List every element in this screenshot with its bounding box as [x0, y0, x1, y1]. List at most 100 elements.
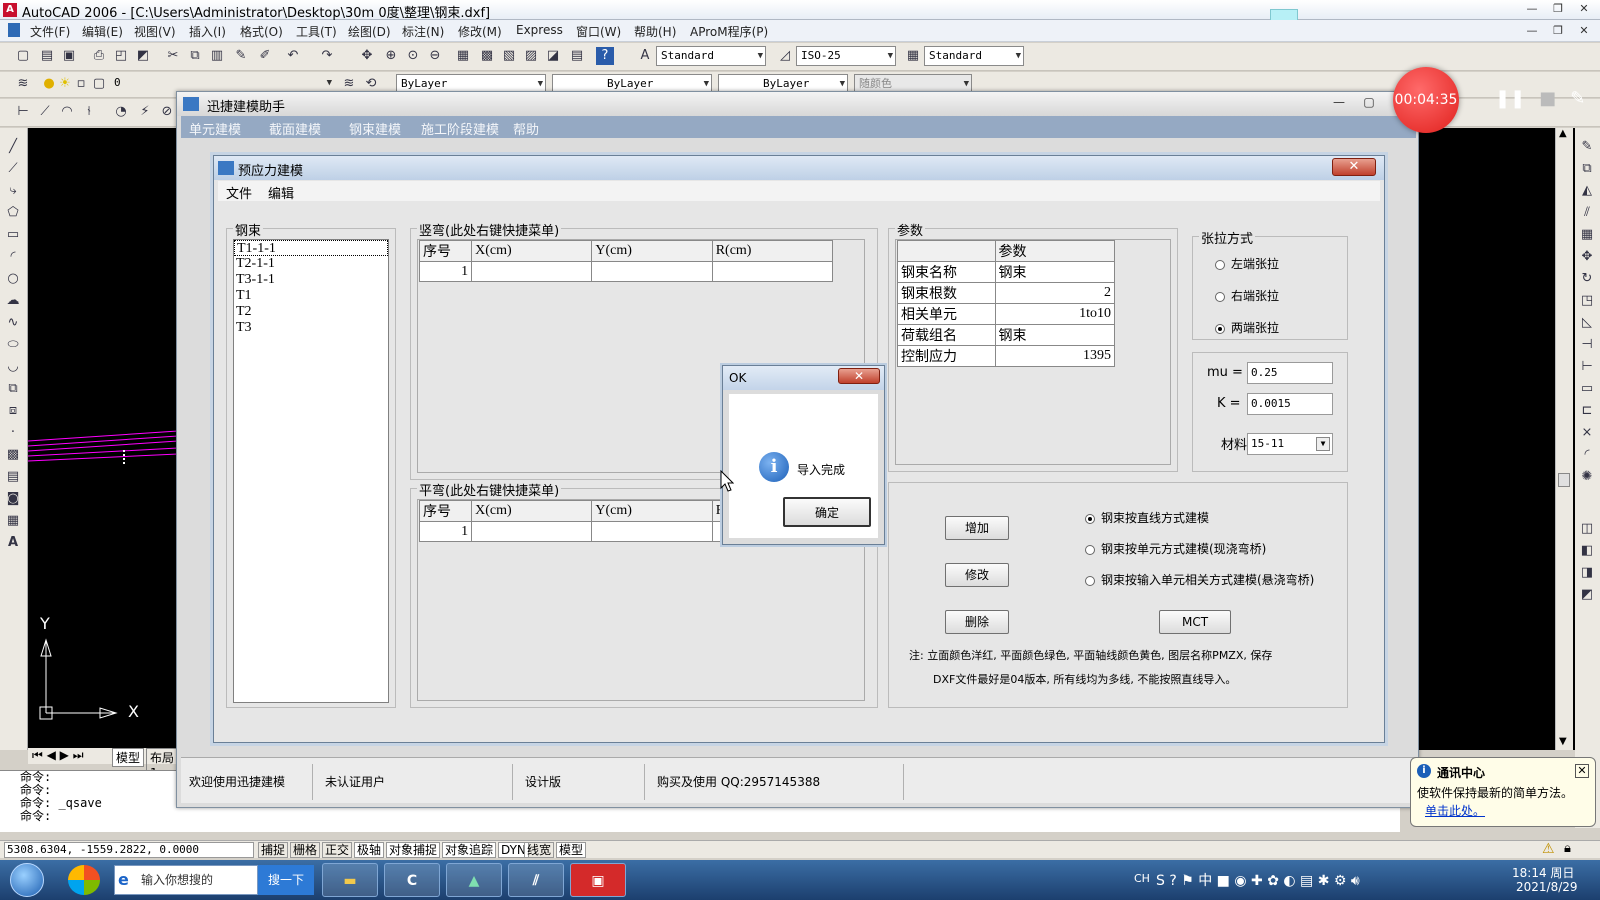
table-row[interactable]: 1 [418, 261, 834, 282]
list-item[interactable]: T2 [234, 304, 388, 320]
restore-icon[interactable]: ❐ [1546, 1, 1570, 17]
hatch-icon[interactable]: ▩ [4, 446, 22, 464]
paste-icon[interactable]: ▥ [208, 47, 226, 65]
draworder-back-icon[interactable]: ◧ [1578, 542, 1596, 560]
redo-icon[interactable]: ↷ [318, 47, 336, 65]
material-select[interactable]: 15-11 ▼ [1247, 433, 1333, 455]
insert-block-icon[interactable]: ⧉ [4, 380, 22, 398]
dim-aligned-icon[interactable]: ⟋ [36, 103, 54, 121]
ellipse-arc-icon[interactable]: ◡ [4, 358, 22, 376]
mtext-icon[interactable]: A [4, 534, 22, 552]
array-icon[interactable]: ▦ [1578, 226, 1596, 244]
scroll-down-icon[interactable]: ▼ [1559, 736, 1567, 747]
mu-input[interactable]: 0.25 [1247, 362, 1333, 384]
menu-section-modeling[interactable]: 截面建模 [269, 119, 321, 138]
polar-toggle[interactable]: 极轴 [354, 842, 385, 858]
dim-linear-icon[interactable]: ⊢ [14, 103, 32, 121]
extend-icon[interactable]: ⊢ [1578, 358, 1596, 376]
list-item[interactable]: T1-1-1 [234, 240, 388, 256]
dim-jogged-icon[interactable]: ⚡ [136, 103, 154, 121]
lock-icon[interactable]: 🔒︎ [1564, 841, 1571, 856]
pan-icon[interactable]: ✥ [358, 47, 376, 65]
param-value[interactable]: 1to10 [994, 303, 1115, 325]
layer-manager-icon[interactable]: ≋ [14, 75, 32, 93]
menu-help[interactable]: 帮助 [513, 119, 539, 138]
copy-icon[interactable]: ⧉ [186, 47, 204, 65]
properties-icon[interactable]: ▦ [454, 47, 472, 65]
matchprop-icon[interactable]: ✎ [232, 47, 250, 65]
vertical-curve-table[interactable]: 序号 X(cm) Y(cm) R(cm) 1 [418, 240, 834, 282]
revcloud-icon[interactable]: ☁ [4, 292, 22, 310]
dim-ordinate-icon[interactable]: ⫮ [80, 103, 98, 121]
polygon-icon[interactable]: ⬠ [4, 204, 22, 222]
explorer-icon[interactable]: ▬ [322, 863, 378, 897]
help-icon[interactable]: ? [596, 47, 614, 65]
scale-icon[interactable]: ◳ [1578, 292, 1596, 310]
confirm-button[interactable]: 确定 [783, 497, 871, 527]
make-block-icon[interactable]: ⧈ [4, 402, 22, 420]
clock-date[interactable]: 2021/8/29 [1516, 880, 1578, 894]
polyline-icon[interactable]: ⤷ [4, 182, 22, 200]
preview-icon[interactable]: ◰ [112, 47, 130, 65]
add-button[interactable]: 增加 [945, 516, 1009, 540]
offset-icon[interactable]: ⫽ [1578, 204, 1596, 222]
menu-insert[interactable]: 插入(I) [189, 23, 226, 40]
radio-line-model[interactable]: 钢束按直线方式建模 [1085, 509, 1209, 526]
radio-element-model[interactable]: 钢束按单元方式建模(现浇弯桥) [1085, 540, 1266, 557]
clock-time[interactable]: 18:14 周日 [1512, 864, 1574, 881]
cell-x[interactable] [471, 521, 593, 542]
designcenter-icon[interactable]: ▩ [478, 47, 496, 65]
join-icon[interactable]: ⊏ [1578, 402, 1596, 420]
construction-line-icon[interactable]: ⟋ [4, 160, 22, 178]
mct-button[interactable]: MCT [1159, 610, 1231, 634]
list-item[interactable]: T1 [234, 288, 388, 304]
dim-arc-icon[interactable]: ◠ [58, 103, 76, 121]
blockedit-icon[interactable]: ✐ [256, 47, 274, 65]
ellipse-icon[interactable]: ⬭ [4, 336, 22, 354]
scroll-thumb[interactable] [1558, 473, 1570, 487]
table-icon[interactable]: ▦ [4, 512, 22, 530]
scroll-up-icon[interactable]: ▲ [1559, 128, 1567, 139]
stop-icon[interactable]: ■ [1539, 88, 1556, 112]
doc-minimize-icon[interactable]: — [1520, 23, 1544, 39]
recorder-timer[interactable]: 00:04:35 [1393, 67, 1459, 133]
delete-button[interactable]: 删除 [945, 610, 1009, 634]
arc-icon[interactable]: ◜ [4, 248, 22, 266]
close-icon[interactable]: ✕ [1332, 158, 1376, 176]
publish-icon[interactable]: ◩ [134, 47, 152, 65]
app-logo-icon[interactable] [68, 865, 100, 895]
line-icon[interactable]: ╱ [4, 138, 22, 156]
dim-diameter-icon[interactable]: ⊘ [158, 103, 176, 121]
radio-related-model[interactable]: 钢束按输入单元相关方式建模(悬浇弯桥) [1085, 571, 1314, 588]
table-row[interactable]: 荷载组名 钢束 [897, 324, 1115, 346]
zoom-previous-icon[interactable]: ⊖ [426, 47, 444, 65]
save-icon[interactable]: ▣ [60, 47, 78, 65]
otrack-toggle[interactable]: 对象追踪 [442, 842, 497, 858]
dim-style-combo[interactable]: ISO-25 ▼ [796, 46, 896, 66]
table-row[interactable]: 钢束名称 钢束 [897, 261, 1115, 283]
list-item[interactable]: T3-1-1 [234, 272, 388, 288]
list-item[interactable]: T3 [234, 320, 388, 336]
params-table[interactable]: 参数 钢束名称 钢束 钢束根数 2 相关单元 1to10 荷载组名 钢束 控制应… [897, 240, 1115, 367]
explode-icon[interactable]: ✺ [1578, 468, 1596, 486]
lineweight-toggle[interactable]: 线宽 [524, 842, 555, 858]
bridge-app-icon[interactable]: ⫽ [508, 863, 564, 897]
snap-toggle[interactable]: 捕捉 [258, 842, 289, 858]
doc-restore-icon[interactable]: ❐ [1546, 23, 1570, 39]
draworder-above-icon[interactable]: ◨ [1578, 564, 1596, 582]
open-icon[interactable]: ▤ [38, 47, 56, 65]
new-icon[interactable]: ▢ [14, 47, 32, 65]
radio-both-tension[interactable]: 两端张拉 [1215, 319, 1279, 336]
rotate-icon[interactable]: ↻ [1578, 270, 1596, 288]
command-prompt[interactable]: 命令: [0, 810, 1400, 823]
table-row[interactable]: 钢束根数 2 [897, 282, 1115, 304]
dim-radius-icon[interactable]: ◔ [112, 103, 130, 121]
draworder-front-icon[interactable]: ◫ [1578, 520, 1596, 538]
param-value[interactable]: 1395 [994, 345, 1115, 367]
circle-icon[interactable]: ○ [4, 270, 22, 288]
menu-tendon-modeling[interactable]: 钢束建模 [349, 119, 401, 138]
break-icon[interactable]: ▭ [1578, 380, 1596, 398]
osnap-toggle[interactable]: 对象捕捉 [386, 842, 441, 858]
trim-icon[interactable]: ⊣ [1578, 336, 1596, 354]
menu-element-modeling[interactable]: 单元建模 [189, 119, 241, 138]
